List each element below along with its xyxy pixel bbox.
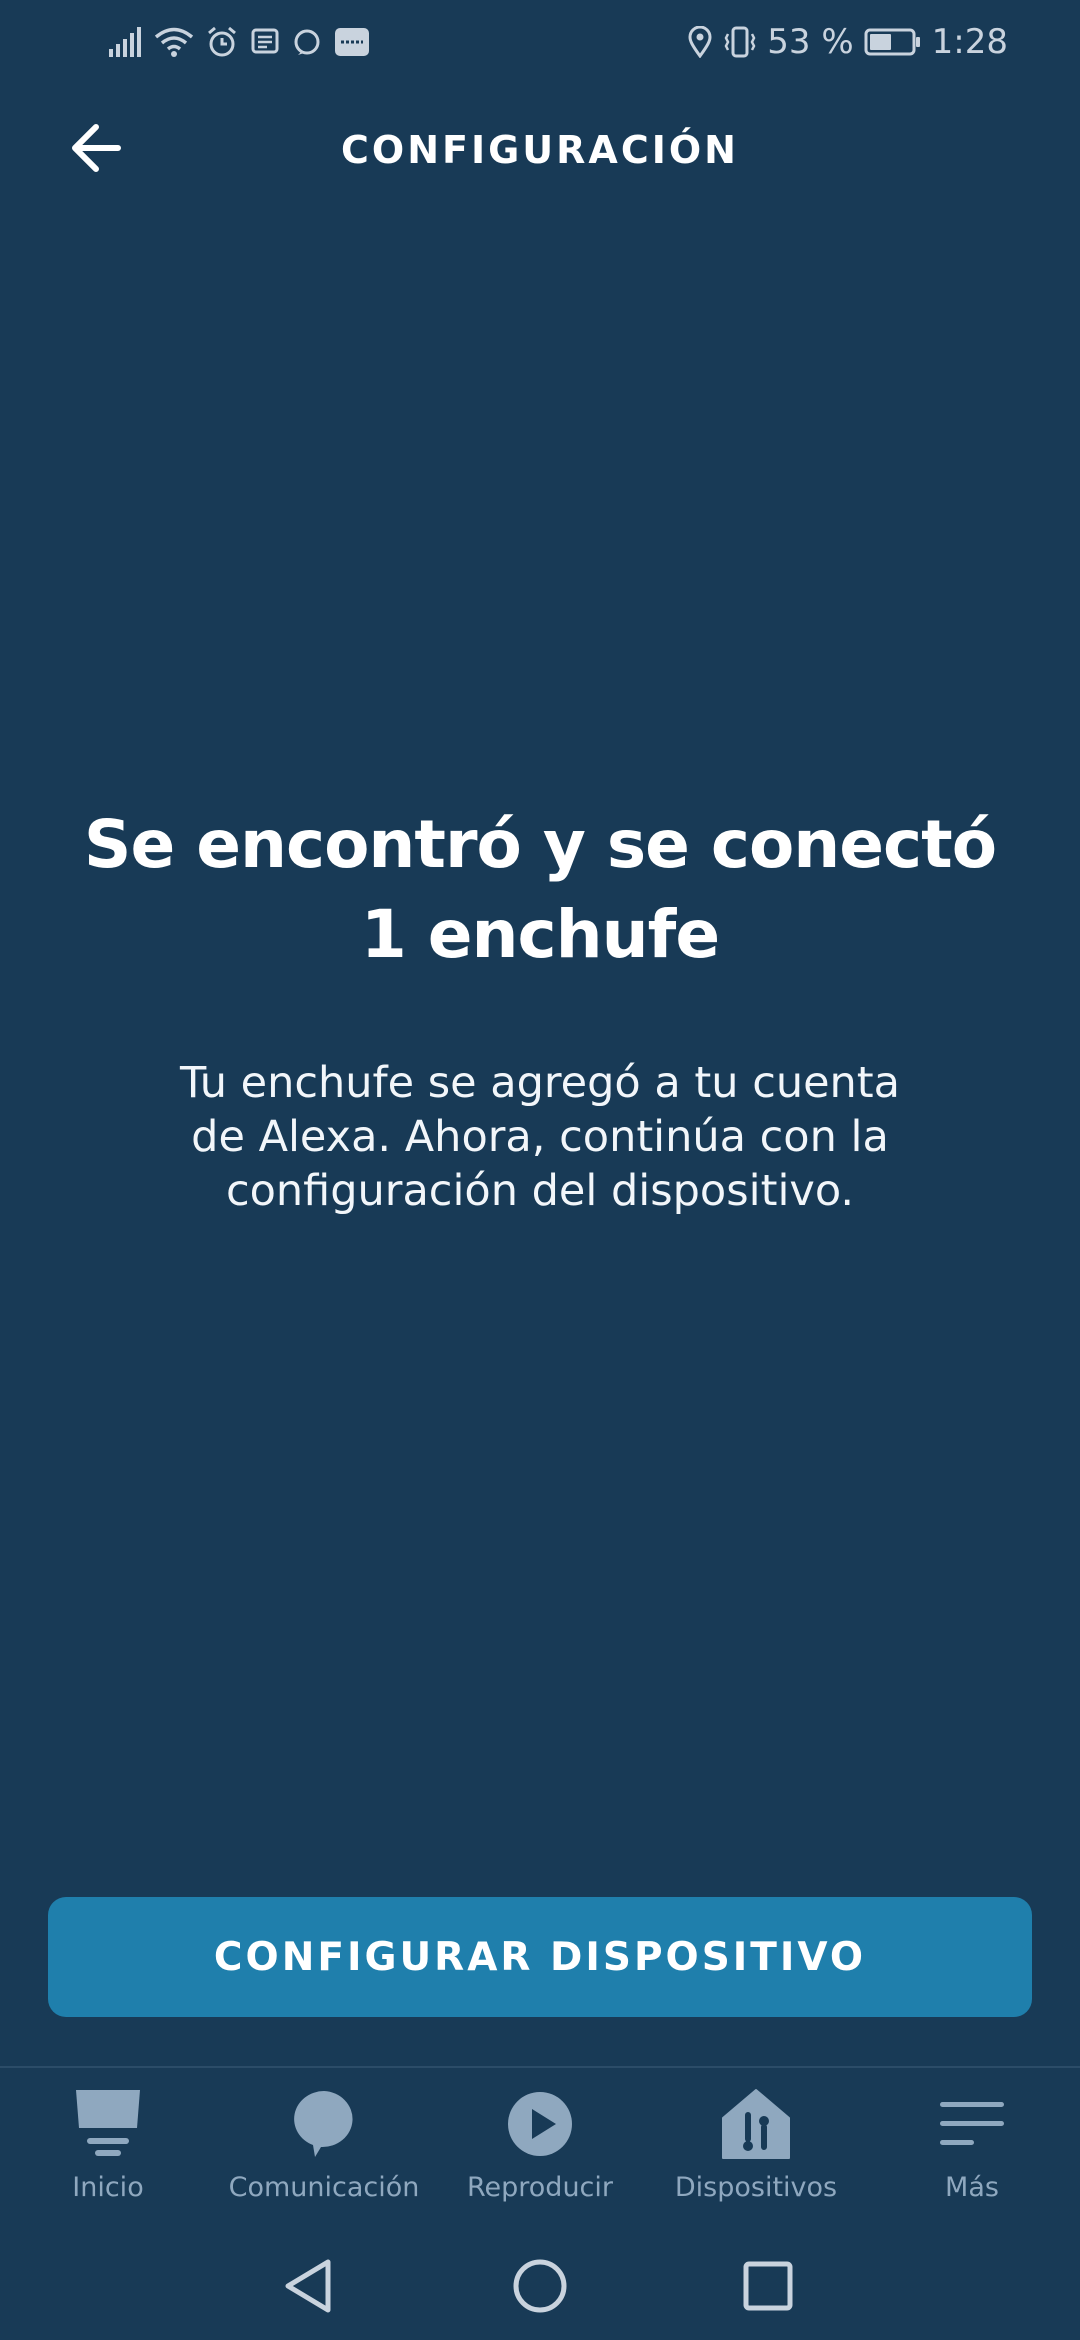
nav-label-mas: Más	[945, 2172, 999, 2203]
page-title: CONFIGURACIÓN	[341, 128, 739, 172]
configure-device-label: CONFIGURAR DISPOSITIVO	[213, 1934, 867, 1980]
recents-square-icon[interactable]	[728, 2246, 808, 2326]
description-line-1: Tu enchufe se agregó a tu cuenta	[179, 1058, 901, 1108]
nav-item-dispositivos[interactable]: Dispositivos	[648, 2086, 864, 2216]
wifi-icon	[154, 26, 194, 58]
alexa-icon	[292, 27, 322, 57]
ifttt-icon	[334, 26, 370, 58]
back-triangle-icon[interactable]	[268, 2246, 348, 2326]
clock-time: 1:28	[931, 22, 1008, 62]
nav-label-comunicacion: Comunicación	[228, 2172, 420, 2203]
configure-device-button[interactable]: CONFIGURAR DISPOSITIVO	[48, 1897, 1032, 2017]
battery-icon	[864, 27, 922, 57]
nav-item-reproducir[interactable]: Reproducir	[432, 2086, 648, 2216]
location-icon	[687, 26, 713, 58]
alarm-icon	[206, 26, 238, 58]
chat-icon	[291, 2086, 357, 2162]
message-icon	[250, 27, 280, 57]
nav-item-comunicacion[interactable]: Comunicación	[216, 2086, 432, 2216]
status-left	[108, 22, 370, 62]
status-right: 53 % 1:28	[687, 18, 1008, 66]
vibrate-icon	[723, 26, 757, 58]
nav-item-inicio[interactable]: Inicio	[0, 2086, 216, 2216]
play-icon	[505, 2086, 575, 2162]
success-heading: Se encontró y se conectó 1 enchufe	[60, 800, 1020, 980]
nav-label-reproducir: Reproducir	[466, 2172, 614, 2203]
nav-label-inicio: Inicio	[72, 2172, 144, 2203]
home-circle-icon[interactable]	[500, 2246, 580, 2326]
devices-icon	[721, 2086, 791, 2162]
system-navigation-bar	[0, 2226, 1080, 2340]
heading-line-1: Se encontró y se conectó	[83, 806, 997, 883]
home-icon	[73, 2086, 143, 2162]
menu-icon	[937, 2086, 1007, 2162]
battery-percent: 53 %	[767, 22, 854, 62]
nav-item-mas[interactable]: Más	[864, 2086, 1080, 2216]
signal-icon	[108, 27, 142, 57]
nav-label-dispositivos: Dispositivos	[674, 2172, 838, 2203]
success-description: Tu enchufe se agregó a tu cuenta de Alex…	[150, 1056, 930, 1218]
status-bar: 53 % 1:28	[0, 0, 1080, 84]
bottom-nav: Inicio Comunicación Reproducir Dispositi…	[0, 2066, 1080, 2226]
description-line-3: configuración del dispositivo.	[225, 1166, 855, 1216]
app-header: CONFIGURACIÓN	[0, 110, 1080, 190]
description-line-2: de Alexa. Ahora, continúa con la	[191, 1112, 889, 1162]
screen: 53 % 1:28 CONFIGURACIÓN Se encontró y se…	[0, 0, 1080, 2340]
heading-line-2: 1 enchufe	[360, 896, 720, 973]
